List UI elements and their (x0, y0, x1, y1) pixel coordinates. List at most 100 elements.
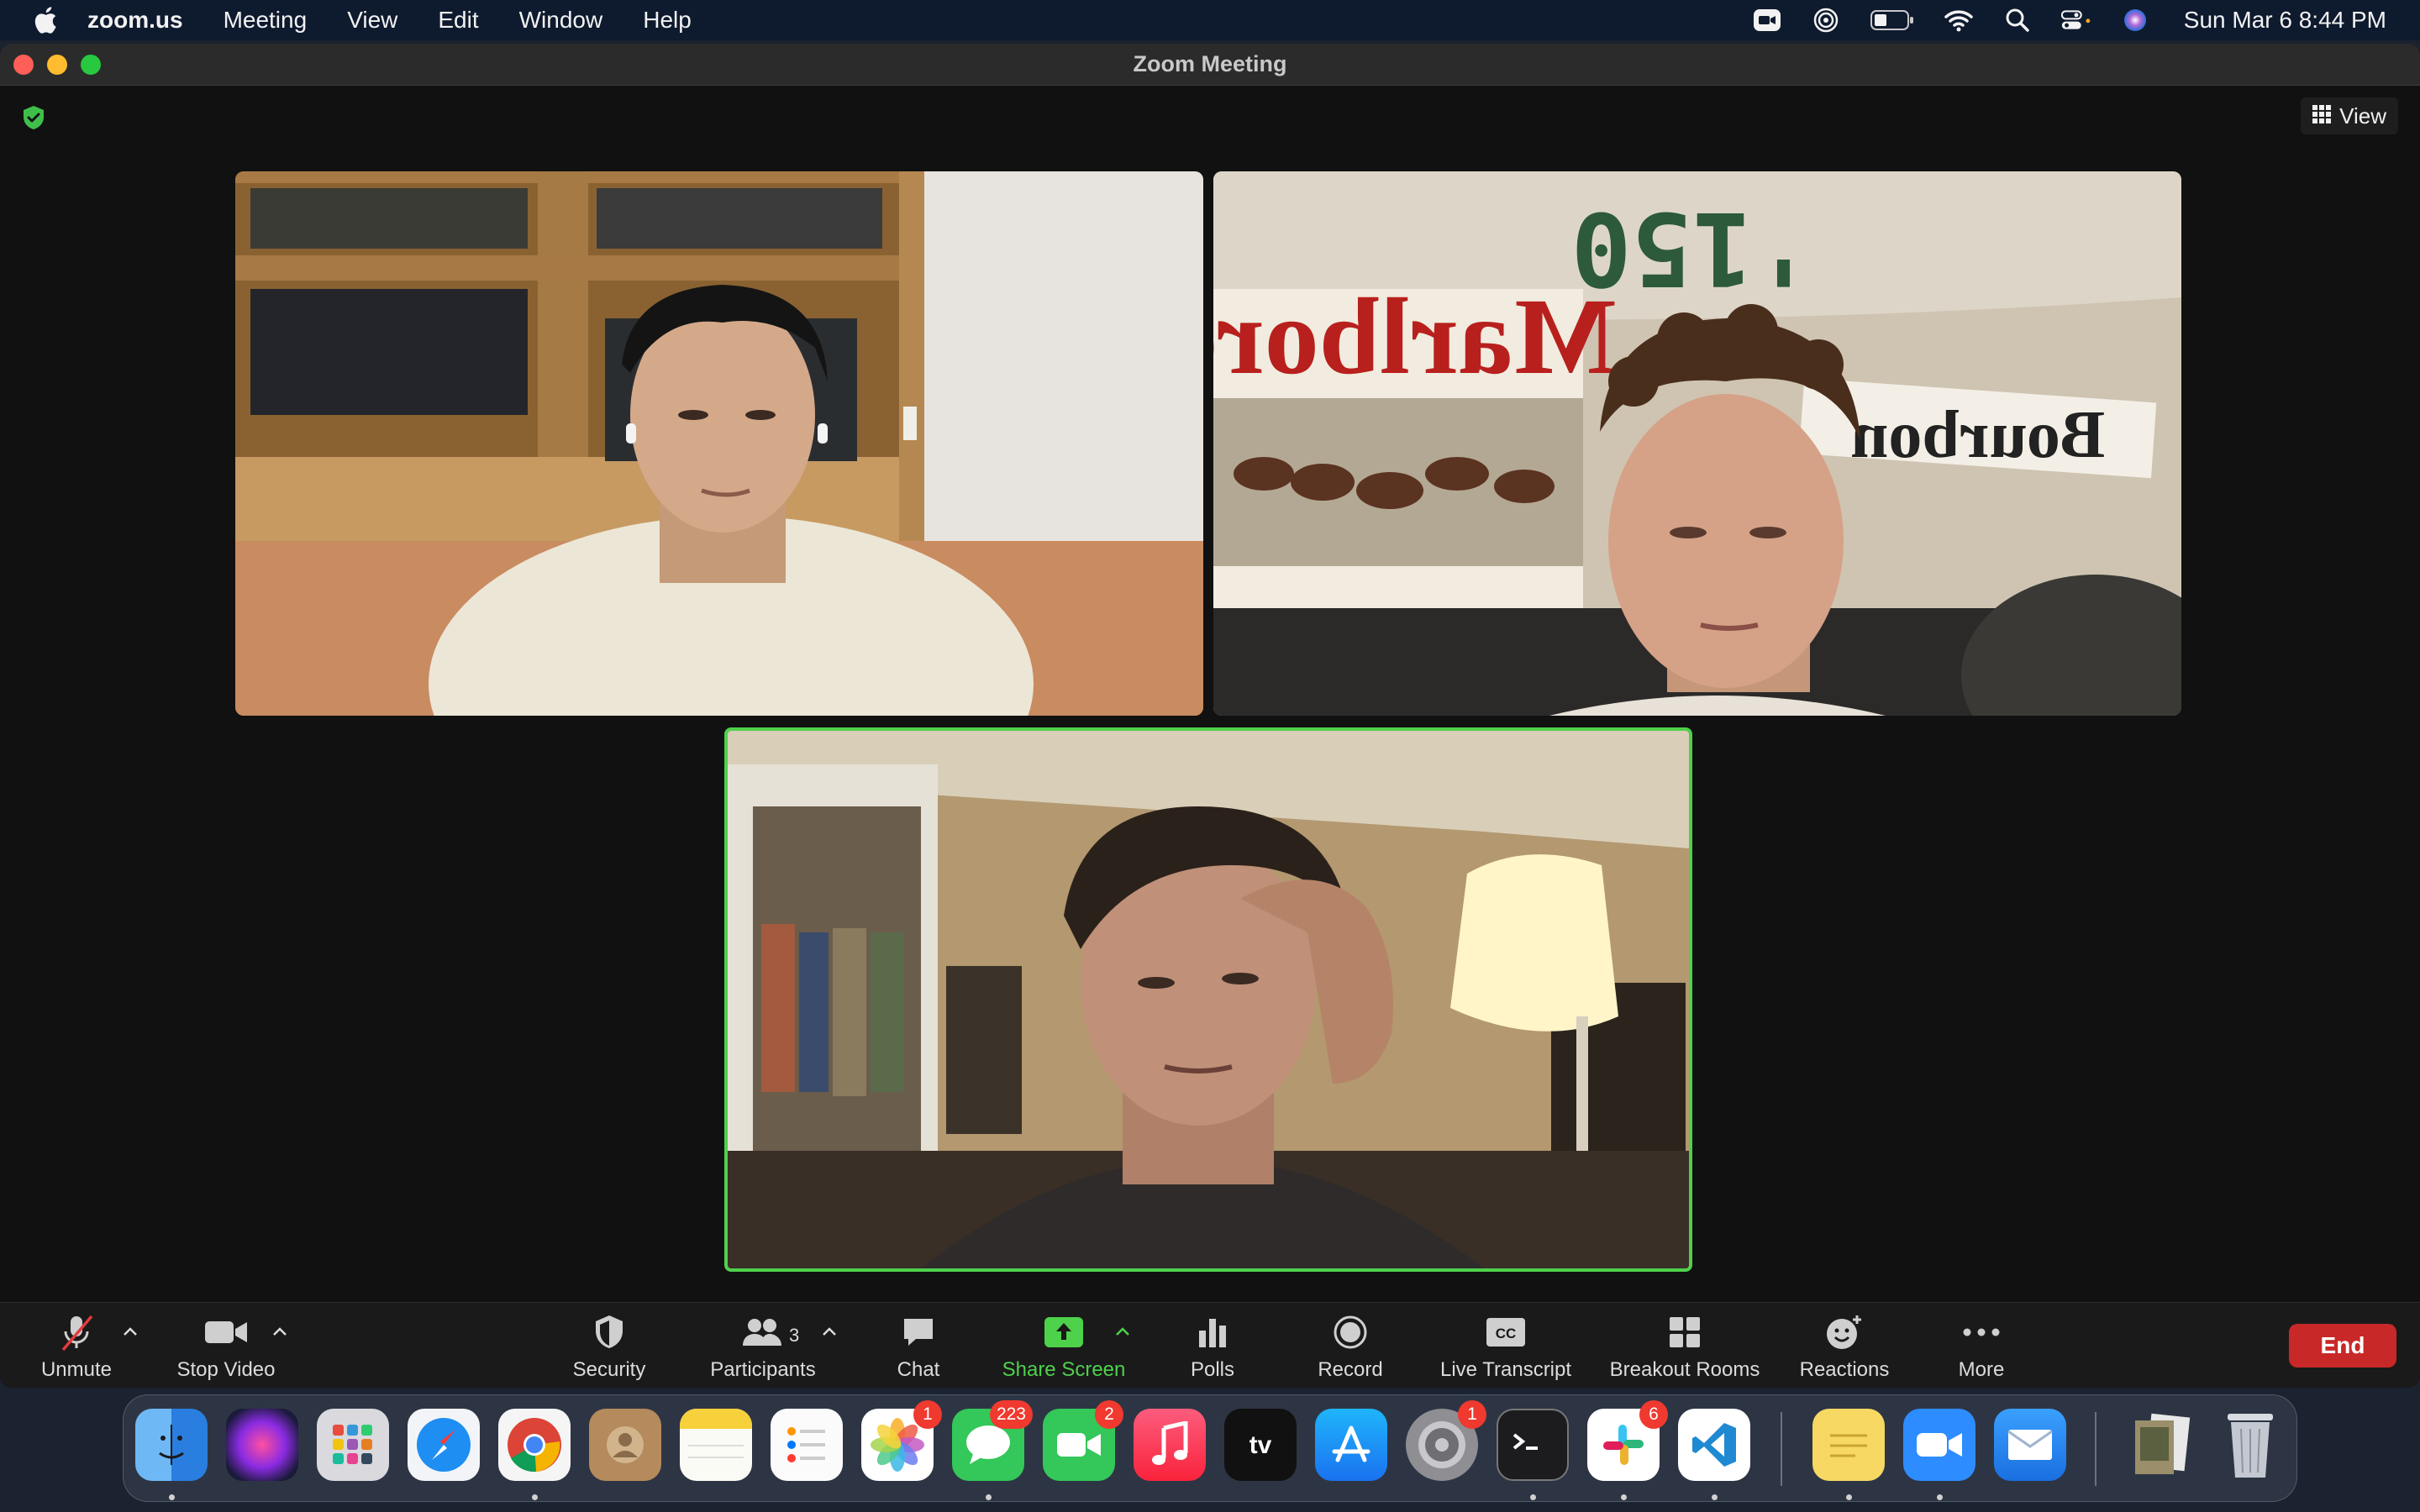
dock-music-icon[interactable] (1134, 1409, 1206, 1481)
dock-system-preferences-icon[interactable]: 1 (1406, 1400, 1486, 1481)
stop-video-button[interactable]: Stop Video (170, 1311, 282, 1382)
system-preferences-badge: 1 (1458, 1400, 1486, 1429)
dock-messages-icon[interactable]: 223 (952, 1400, 1033, 1481)
chat-label: Chat (897, 1358, 940, 1381)
sign-text: Bourbon (1851, 398, 2105, 472)
menu-edit[interactable]: Edit (438, 7, 478, 34)
unmute-button[interactable]: Unmute (35, 1311, 118, 1382)
breakout-rooms-button[interactable]: Breakout Rooms (1605, 1311, 1765, 1382)
dock-contacts-icon[interactable] (589, 1409, 661, 1481)
video-camera-icon (203, 1311, 249, 1353)
photos-badge: 1 (913, 1400, 942, 1429)
view-layout-button[interactable]: View (2301, 97, 2398, 134)
dock: 1 223 2 tv 1 6 (123, 1394, 2297, 1502)
dock-zoom-icon[interactable] (1903, 1409, 1975, 1481)
apple-menu-icon[interactable] (30, 3, 59, 37)
siri-icon[interactable] (2120, 8, 2150, 33)
participants-icon (741, 1311, 785, 1353)
share-screen-button[interactable]: Share Screen (998, 1311, 1129, 1382)
record-button[interactable]: Record (1311, 1311, 1390, 1382)
window-title: Zoom Meeting (1133, 51, 1287, 76)
dock-chrome-icon[interactable] (498, 1409, 571, 1481)
airplay-icon[interactable] (1811, 8, 1841, 33)
dock-mail-icon[interactable] (1994, 1409, 2066, 1481)
more-label: More (1958, 1358, 2005, 1381)
view-label: View (2339, 102, 2386, 129)
dock-photos-icon[interactable]: 1 (861, 1400, 942, 1481)
menu-help[interactable]: Help (643, 7, 692, 34)
dock-launchpad-icon[interactable] (317, 1409, 389, 1481)
stop-video-label: Stop Video (176, 1358, 276, 1381)
video-options-chevron-up-icon[interactable] (270, 1321, 290, 1341)
dock-stickies-icon[interactable] (1812, 1409, 1885, 1481)
dock-slack-icon[interactable]: 6 (1587, 1400, 1668, 1481)
menu-window[interactable]: Window (519, 7, 603, 34)
menu-meeting[interactable]: Meeting (224, 7, 308, 34)
active-speaker-video-tile[interactable] (724, 727, 1692, 1272)
participants-button[interactable]: Participants (704, 1311, 822, 1382)
dock-downloads-stack-icon[interactable] (2123, 1409, 2196, 1481)
window-titlebar: Zoom Meeting (0, 44, 2420, 86)
dock-trash-icon[interactable] (2214, 1409, 2286, 1481)
menu-clock[interactable]: Sun Mar 6 8:44 PM (2184, 7, 2386, 34)
battery-icon[interactable] (1870, 8, 1915, 33)
close-window-button[interactable] (13, 55, 34, 75)
participants-label: Participants (710, 1358, 816, 1381)
breakout-rooms-label: Breakout Rooms (1609, 1358, 1760, 1381)
polls-label: Polls (1190, 1358, 1235, 1381)
encryption-shield-icon[interactable] (20, 104, 47, 131)
cc-text: CC (1496, 1326, 1517, 1341)
dock-tv-icon[interactable]: tv (1224, 1409, 1297, 1481)
unmute-label: Unmute (40, 1358, 113, 1381)
more-button[interactable]: More (1948, 1311, 2015, 1382)
control-center-icon[interactable] (2060, 8, 2091, 33)
spotlight-icon[interactable] (2002, 8, 2033, 33)
record-icon (1333, 1311, 1368, 1353)
participant-video-tile-1[interactable] (235, 171, 1203, 716)
dock-safari-icon[interactable] (408, 1409, 480, 1481)
polls-button[interactable]: Polls (1178, 1311, 1247, 1382)
audio-options-chevron-up-icon[interactable] (120, 1321, 140, 1341)
wifi-icon[interactable] (1944, 8, 1974, 33)
meeting-toolbar: Unmute Stop Video Security Participants (0, 1302, 2420, 1388)
dock-facetime-icon[interactable]: 2 (1043, 1400, 1123, 1481)
dock-reminders-icon[interactable] (771, 1409, 843, 1481)
end-meeting-button[interactable]: End (2289, 1324, 2396, 1368)
menu-app-name[interactable]: zoom.us (87, 7, 183, 34)
polls-bar-chart-icon (1196, 1311, 1229, 1353)
minimize-window-button[interactable] (47, 55, 67, 75)
participants-chevron-up-icon[interactable] (819, 1321, 839, 1341)
security-label: Security (572, 1358, 646, 1381)
chat-bubble-icon (901, 1311, 936, 1353)
share-options-chevron-up-icon[interactable] (1113, 1321, 1133, 1341)
participant-video-tile-2[interactable]: '150 Marlboro Bourbon (1213, 171, 2181, 716)
fullscreen-window-button[interactable] (81, 55, 101, 75)
poster-text: Marlboro (1213, 276, 1617, 397)
live-transcript-label: Live Transcript (1439, 1358, 1572, 1381)
reactions-label: Reactions (1799, 1358, 1890, 1381)
reactions-button[interactable]: Reactions (1795, 1311, 1894, 1382)
chat-button[interactable]: Chat (884, 1311, 953, 1382)
participants-count: 3 (789, 1325, 800, 1346)
closed-caption-icon: CC (1485, 1311, 1527, 1353)
security-shield-icon (592, 1311, 626, 1353)
zoom-meeting-window: Zoom Meeting View '150 Marlbor Bourbon U… (0, 44, 2420, 1388)
dock-app-store-icon[interactable] (1315, 1409, 1387, 1481)
breakout-rooms-grid-icon (1667, 1311, 1702, 1353)
dock-notes-icon[interactable] (680, 1409, 752, 1481)
tv-label: tv (1249, 1431, 1272, 1459)
dock-vscode-icon[interactable] (1678, 1409, 1750, 1481)
facetime-badge: 2 (1095, 1400, 1123, 1429)
zoom-status-icon[interactable] (1752, 8, 1782, 33)
slack-badge: 6 (1639, 1400, 1668, 1429)
security-button[interactable]: Security (565, 1311, 654, 1382)
menu-view[interactable]: View (347, 7, 397, 34)
dock-finder-icon[interactable] (135, 1409, 208, 1481)
reactions-smiley-icon (1825, 1311, 1864, 1353)
grid-icon (2312, 103, 2332, 129)
dock-siri-icon[interactable] (226, 1409, 298, 1481)
dock-terminal-icon[interactable] (1497, 1409, 1569, 1481)
live-transcript-button[interactable]: CC Live Transcript (1432, 1311, 1580, 1382)
share-screen-label: Share Screen (1002, 1358, 1126, 1381)
mic-muted-icon (58, 1311, 95, 1353)
